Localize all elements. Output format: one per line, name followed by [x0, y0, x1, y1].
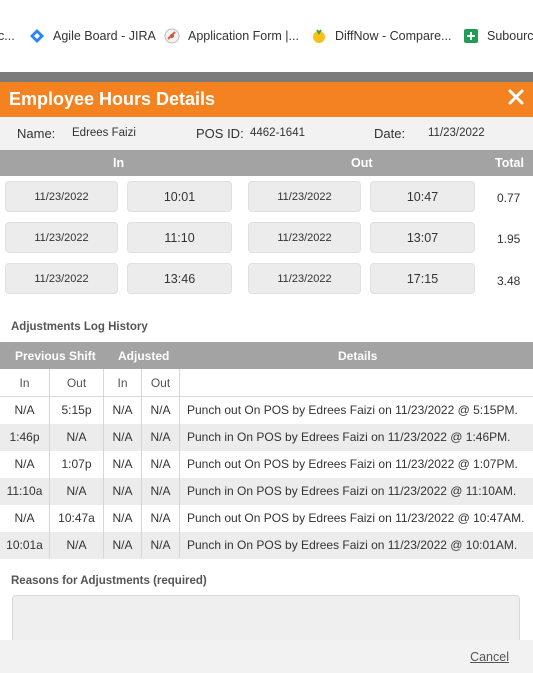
bookmark-label: Subourc: [487, 29, 533, 43]
adj-out-cell: N/A: [150, 457, 171, 471]
prev-out-cell: 10:47a: [58, 511, 95, 525]
prev-in-cell: 10:01a: [6, 538, 43, 552]
in-date-field[interactable]: 11/23/2022: [5, 263, 118, 294]
details-header: Details: [338, 349, 378, 363]
details-cell: Punch in On POS by Edrees Faizi on 11/23…: [187, 430, 511, 444]
modal-title: Employee Hours Details: [9, 89, 216, 109]
prev-out-cell: N/A: [66, 538, 87, 552]
previous-shift-header: Previous Shift: [15, 349, 96, 363]
out-date-field[interactable]: 11/23/2022: [248, 181, 361, 212]
log-table-header: Previous Shift Adjusted Details: [0, 342, 533, 369]
out-time-field[interactable]: 17:15: [370, 263, 475, 294]
out-date-field[interactable]: 11/23/2022: [248, 222, 361, 253]
modal-header: Employee Hours Details: [0, 82, 533, 117]
adj-in-subheader: In: [117, 376, 128, 390]
adj-out-cell: N/A: [150, 511, 171, 525]
prev-in-cell: 11:10a: [6, 484, 43, 498]
details-cell: Punch out On POS by Edrees Faizi on 11/2…: [187, 457, 518, 471]
cancel-button[interactable]: Cancel: [470, 650, 509, 664]
name-label: Name:: [17, 126, 56, 141]
adj-in-cell: N/A: [112, 484, 133, 498]
bookmarks-bar: c... Agile Board - JIRA Application Form…: [0, 0, 533, 73]
in-time-field[interactable]: 11:10: [127, 222, 232, 253]
out-date-field[interactable]: 11/23/2022: [248, 263, 361, 294]
log-table-subheader: In Out In Out: [0, 369, 533, 397]
form-icon: [164, 28, 180, 44]
in-date-field[interactable]: 11/23/2022: [5, 222, 118, 253]
column-divider: [103, 369, 104, 558]
sheets-icon: [464, 29, 478, 43]
adj-in-cell: N/A: [112, 457, 133, 471]
prev-in-cell: N/A: [14, 457, 35, 471]
in-time-field[interactable]: 13:46: [127, 263, 232, 294]
bookmark-partial[interactable]: c...: [0, 26, 15, 46]
column-divider: [49, 369, 50, 558]
name-value: Edrees Faizi: [72, 127, 136, 139]
adj-out-cell: N/A: [150, 403, 171, 417]
prev-in-cell: N/A: [14, 511, 35, 525]
log-row: N/A 10:47a N/A N/A Punch out On POS by E…: [0, 505, 533, 532]
employee-info-row: Name: Edrees Faizi POS ID: 4462-1641 Dat…: [0, 117, 533, 150]
jira-icon: [30, 29, 44, 43]
prev-out-cell: 1:07p: [61, 457, 92, 471]
total-hours: 0.77: [497, 191, 521, 205]
adj-in-cell: N/A: [112, 538, 133, 552]
adjusted-header: Adjusted: [118, 349, 170, 363]
adj-out-cell: N/A: [150, 484, 171, 498]
details-cell: Punch out On POS by Edrees Faizi on 11/2…: [187, 511, 525, 525]
bookmark-label: c...: [0, 29, 15, 43]
prev-in-cell: 1:46p: [9, 430, 40, 444]
log-row: N/A 1:07p N/A N/A Punch out On POS by Ed…: [0, 451, 533, 478]
in-date-field[interactable]: 11/23/2022: [5, 181, 118, 212]
modal-backdrop: [0, 72, 533, 82]
details-cell: Punch out On POS by Edrees Faizi on 11/2…: [187, 403, 518, 417]
in-time-field[interactable]: 10:01: [127, 181, 232, 212]
prev-out-cell: N/A: [66, 484, 87, 498]
employee-hours-modal: Employee Hours Details Name: Edrees Faiz…: [0, 82, 533, 673]
adj-out-cell: N/A: [150, 430, 171, 444]
punch-table-header: In Out Total: [0, 150, 533, 176]
total-hours: 3.48: [497, 274, 521, 288]
bookmark-application-form[interactable]: Application Form |...: [164, 26, 299, 46]
bookmark-subource[interactable]: Subourc: [463, 26, 533, 46]
details-cell: Punch in On POS by Edrees Faizi on 11/23…: [187, 484, 517, 498]
adj-in-cell: N/A: [112, 403, 133, 417]
adj-out-subheader: Out: [150, 376, 171, 390]
reasons-label: Reasons for Adjustments (required): [11, 575, 207, 587]
in-header: In: [113, 156, 125, 170]
prev-in-subheader: In: [19, 376, 30, 390]
modal-footer: Cancel: [0, 640, 533, 673]
adj-out-cell: N/A: [150, 538, 171, 552]
out-header: Out: [351, 156, 373, 170]
prev-out-cell: 5:15p: [61, 403, 92, 417]
prev-in-cell: N/A: [14, 403, 35, 417]
bookmark-label: DiffNow - Compare...: [335, 29, 452, 43]
out-time-field[interactable]: 13:07: [370, 222, 475, 253]
pos-id-value: 4462-1641: [250, 127, 305, 139]
adj-in-cell: N/A: [112, 430, 133, 444]
column-divider: [141, 369, 142, 558]
bookmark-diffnow[interactable]: DiffNow - Compare...: [311, 26, 451, 46]
column-divider: [179, 369, 180, 558]
details-cell: Punch in On POS by Edrees Faizi on 11/23…: [187, 538, 518, 552]
prev-out-cell: N/A: [66, 430, 87, 444]
prev-out-subheader: Out: [66, 376, 87, 390]
out-time-field[interactable]: 10:47: [370, 181, 475, 212]
log-section-title: Adjustments Log History: [11, 321, 148, 333]
log-row: 10:01a N/A N/A N/A Punch in On POS by Ed…: [0, 532, 533, 559]
bookmark-jira[interactable]: Agile Board - JIRA: [29, 26, 156, 46]
close-icon[interactable]: [507, 88, 525, 106]
log-row: N/A 5:15p N/A N/A Punch out On POS by Ed…: [0, 397, 533, 424]
bookmark-label: Agile Board - JIRA: [53, 29, 156, 43]
bookmark-label: Application Form |...: [188, 29, 299, 43]
log-row: 11:10a N/A N/A N/A Punch in On POS by Ed…: [0, 478, 533, 505]
pos-id-label: POS ID:: [196, 126, 244, 141]
log-row: 1:46p N/A N/A N/A Punch in On POS by Edr…: [0, 424, 533, 451]
adj-in-cell: N/A: [112, 511, 133, 525]
date-value: 11/23/2022: [428, 127, 485, 139]
total-hours: 1.95: [497, 232, 521, 246]
date-label: Date:: [374, 126, 406, 141]
total-header: Total: [495, 156, 524, 170]
diffnow-icon: [313, 29, 325, 43]
